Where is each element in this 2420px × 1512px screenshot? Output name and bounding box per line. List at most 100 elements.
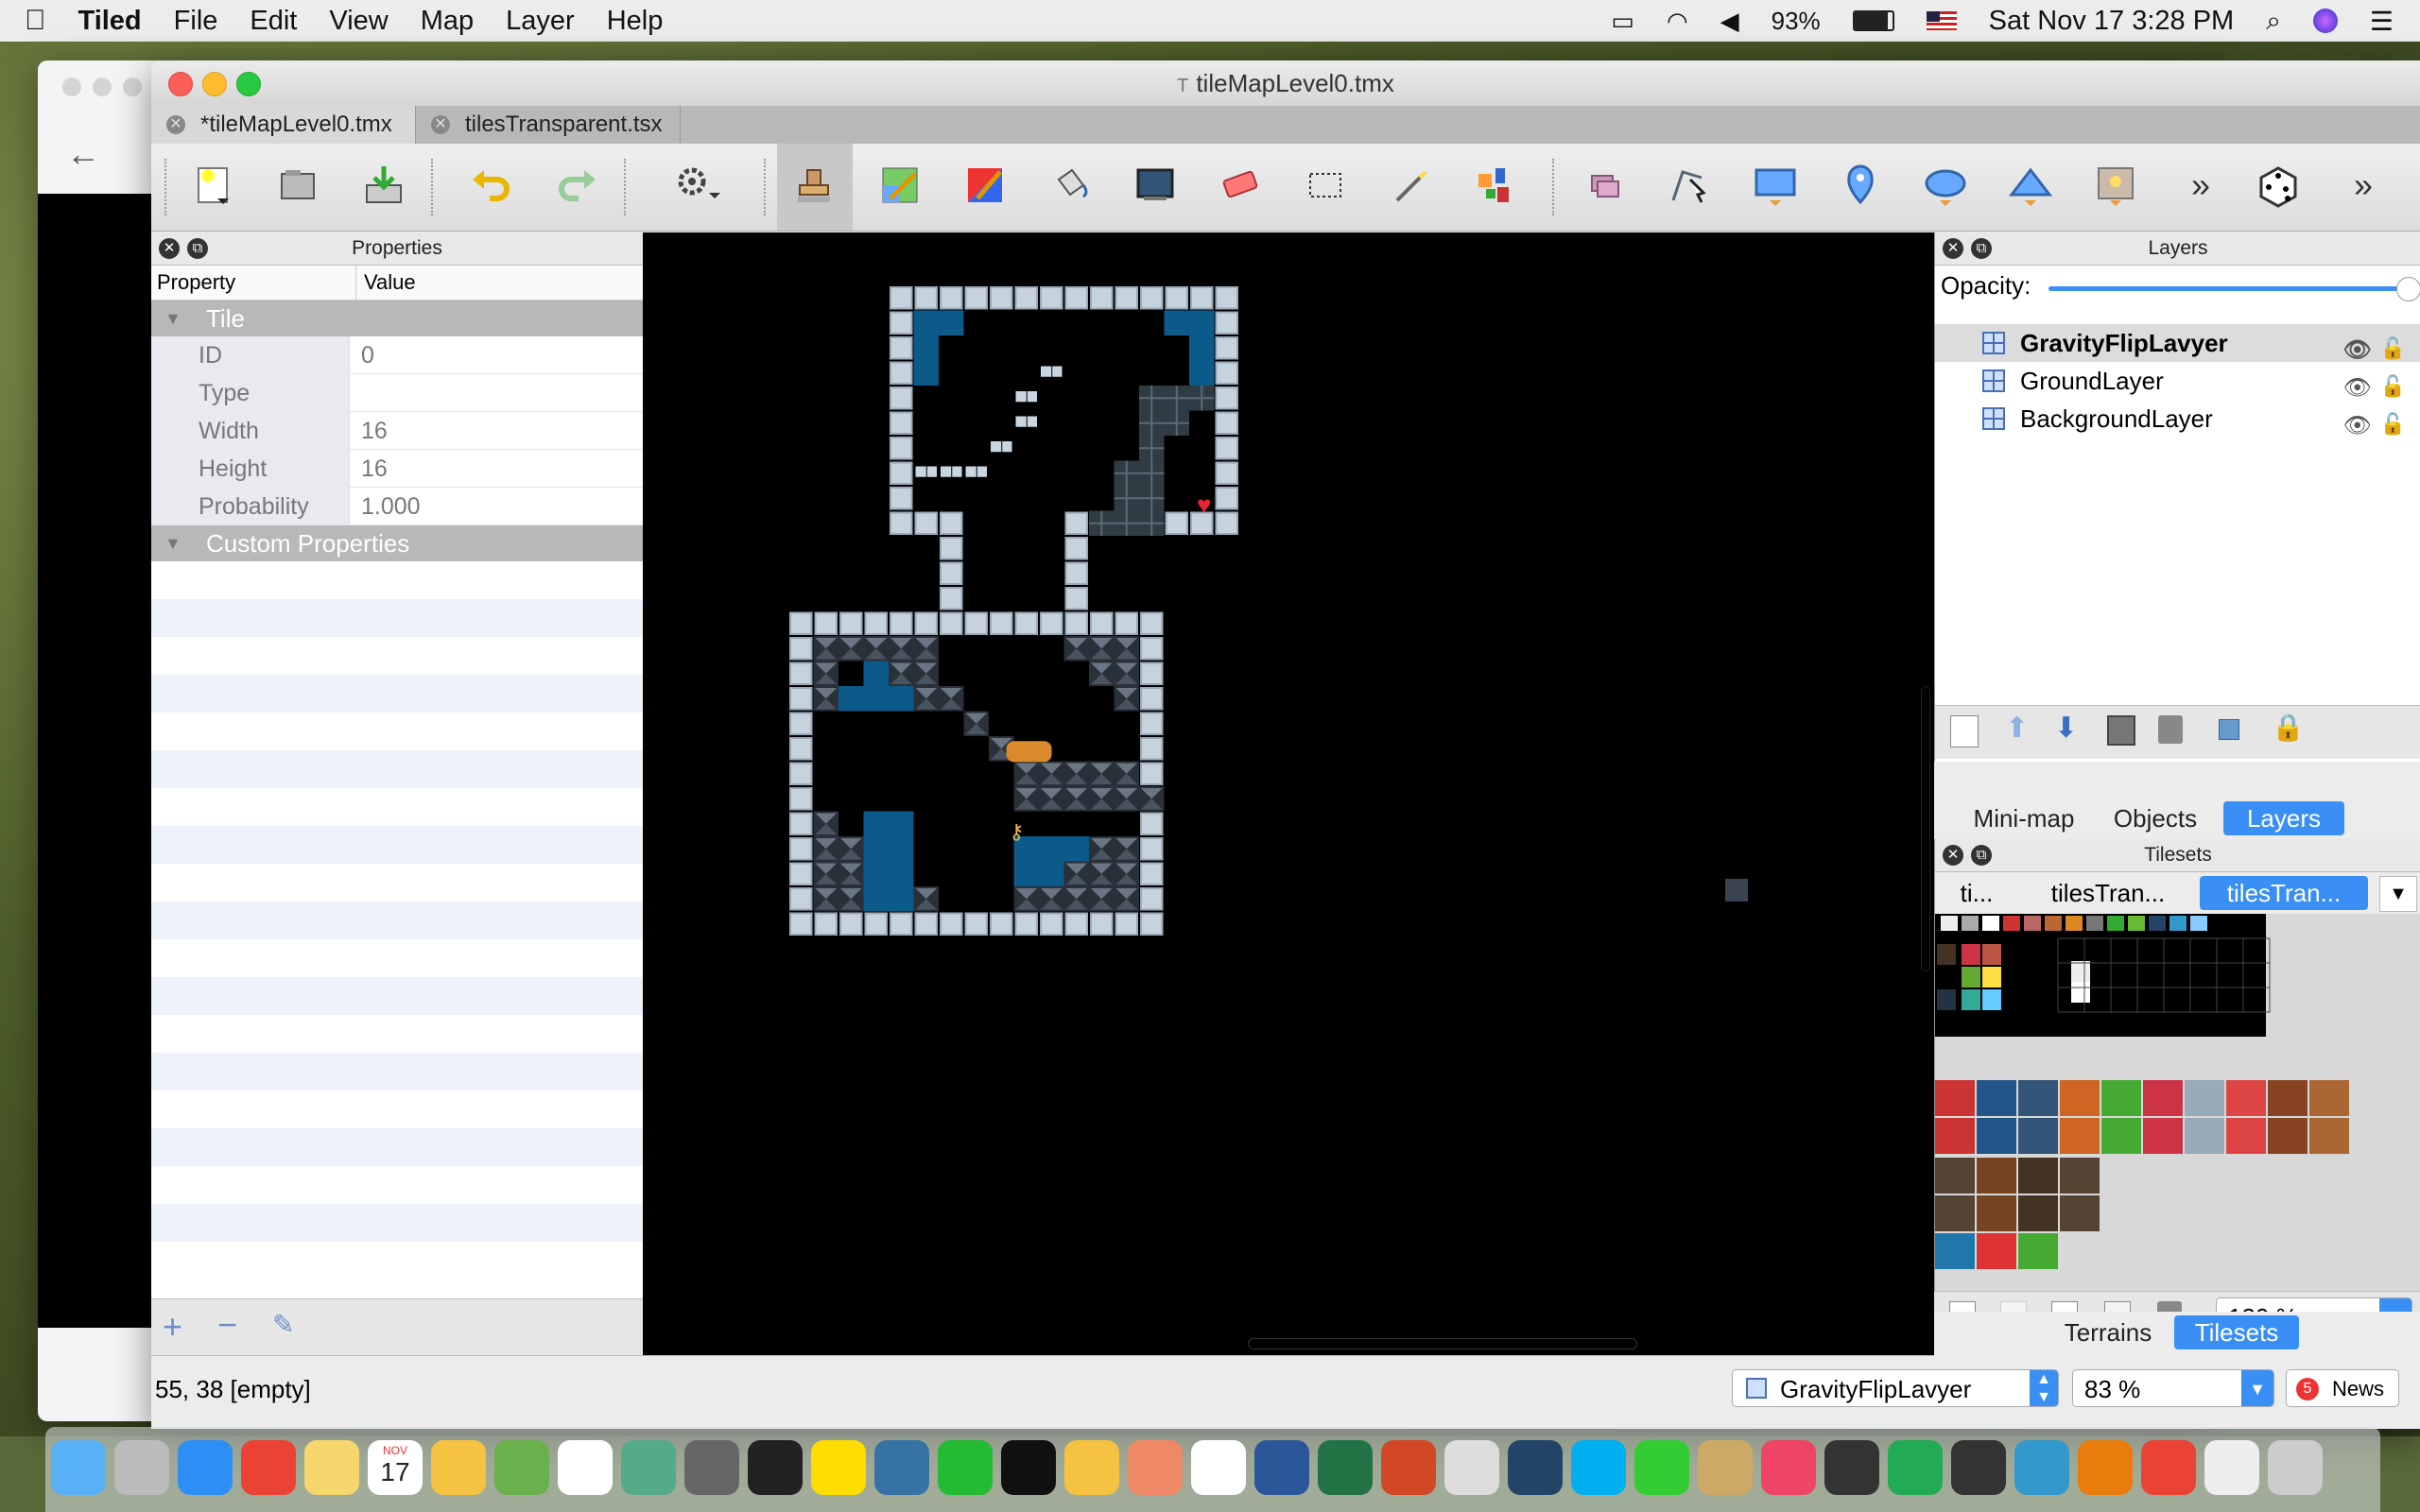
app-square-icon[interactable]	[1888, 1440, 1943, 1495]
property-row[interactable]: ID 0	[151, 336, 643, 374]
pencil-icon[interactable]	[1698, 1440, 1753, 1495]
tileset-menu-chevron-down-icon[interactable]: ▼	[2379, 876, 2417, 912]
brick-tile[interactable]	[2018, 1118, 2058, 1154]
updown-chevron-icon[interactable]: ▲ ▼	[2030, 1370, 2058, 1406]
tab-tilemap[interactable]: ✕ *tileMapLevel0.tmx	[151, 106, 416, 144]
brick-tile[interactable]	[2309, 1118, 2349, 1154]
property-row[interactable]: Height 16	[151, 450, 643, 488]
brick-tile[interactable]	[1977, 1118, 2016, 1154]
lock-icon[interactable]: 🔓	[2380, 405, 2406, 443]
lower-layer-icon[interactable]: ⬇	[2054, 712, 2078, 745]
rock-tile[interactable]	[1977, 1195, 2016, 1231]
tileset-tile[interactable]	[1962, 944, 1980, 965]
python-icon[interactable]	[874, 1440, 929, 1495]
blender-icon[interactable]	[2078, 1440, 2133, 1495]
rock-tile[interactable]	[2018, 1158, 2058, 1194]
edit-polygons-icon[interactable]	[1662, 157, 1719, 214]
tileset-tab[interactable]: tilesTran...	[2024, 876, 2192, 910]
clock[interactable]: Sat Nov 17 3:28 PM	[1989, 6, 2235, 37]
matlab-icon[interactable]	[1128, 1440, 1183, 1495]
terminal-icon[interactable]	[1001, 1440, 1056, 1495]
chrome-2-icon[interactable]	[2141, 1440, 2196, 1495]
tileset-tile[interactable]	[2071, 961, 2090, 982]
undo-icon[interactable]	[463, 157, 520, 214]
random-mode-dice-icon[interactable]	[2250, 157, 2307, 214]
opacity-slider[interactable]	[2048, 286, 2408, 291]
brick-tile[interactable]	[2101, 1118, 2141, 1154]
stamp-brush-icon[interactable]	[777, 144, 853, 231]
more-tools-icon[interactable]: »	[2172, 157, 2229, 214]
volume-icon[interactable]: ◀	[1720, 7, 1739, 36]
github-icon[interactable]	[1951, 1440, 2006, 1495]
rock-tile[interactable]	[2060, 1158, 2100, 1194]
menu-file[interactable]: File	[174, 6, 218, 37]
close-tab-icon[interactable]: ✕	[166, 115, 185, 134]
battery-icon[interactable]	[1852, 10, 1894, 31]
commands-icon[interactable]	[669, 157, 726, 214]
rock-tile[interactable]	[1977, 1158, 2016, 1194]
tileset-tile[interactable]	[1982, 916, 1999, 931]
atom-icon[interactable]	[938, 1440, 993, 1495]
tileset-tile[interactable]	[1937, 989, 1956, 1010]
facetime-icon[interactable]	[1634, 1440, 1689, 1495]
property-row[interactable]: Type	[151, 374, 643, 412]
menu-app-name[interactable]: Tiled	[78, 6, 142, 37]
finder-icon[interactable]	[51, 1440, 106, 1495]
tab-minimap[interactable]: Mini-map	[1962, 801, 2085, 835]
tileset-tile[interactable]	[1962, 967, 1980, 988]
menu-map[interactable]: Map	[421, 6, 474, 37]
brick-tile[interactable]	[2226, 1080, 2266, 1116]
opacity-slider-knob[interactable]	[2396, 277, 2420, 301]
property-row[interactable]: Width 16	[151, 412, 643, 450]
system-preferences-icon[interactable]	[684, 1440, 739, 1495]
unity-icon[interactable]	[1824, 1440, 1879, 1495]
close-panel-icon[interactable]: ✕	[1943, 238, 1963, 259]
grass-tile[interactable]	[2018, 1233, 2058, 1269]
tileset-tile[interactable]	[1962, 916, 1979, 931]
property-value[interactable]: 16	[350, 450, 643, 488]
save-icon[interactable]	[355, 157, 412, 214]
brick-tile[interactable]	[1935, 1080, 1975, 1116]
emoji-icon[interactable]	[1444, 1440, 1499, 1495]
brick-tile[interactable]	[2060, 1118, 2100, 1154]
insert-polygon-icon[interactable]	[2002, 157, 2059, 214]
tileset-tile[interactable]	[2086, 916, 2103, 931]
tileset-tile[interactable]	[2045, 916, 2062, 931]
property-value[interactable]: 1.000	[350, 488, 643, 525]
new-layer-icon[interactable]	[1950, 715, 1979, 747]
brick-tile[interactable]	[2185, 1080, 2224, 1116]
map-canvas[interactable]: ♥ ⚷	[643, 232, 1934, 1355]
property-value[interactable]: 16	[350, 412, 643, 450]
property-value[interactable]: 0	[350, 336, 643, 374]
brick-tile[interactable]	[2018, 1080, 2058, 1116]
tileset-tile[interactable]	[1982, 967, 2001, 988]
menu-view[interactable]: View	[329, 6, 388, 37]
menu-help[interactable]: Help	[607, 6, 664, 37]
vertical-scrollbar[interactable]	[1921, 686, 1930, 971]
tile-map[interactable]: ♥⚷	[643, 232, 1934, 1355]
rock-tile[interactable]	[2018, 1195, 2058, 1231]
apple-menu-icon[interactable]: 	[25, 5, 46, 37]
archive-icon[interactable]	[2204, 1440, 2259, 1495]
add-property-icon[interactable]: +	[163, 1307, 182, 1347]
water-tile[interactable]	[1935, 1233, 1975, 1269]
select-same-tile-icon[interactable]	[1467, 157, 1524, 214]
tileset-tile[interactable]	[2149, 916, 2166, 931]
textedit-icon[interactable]	[1191, 1440, 1246, 1495]
current-layer-combo[interactable]: GravityFlipLavyer ▲ ▼	[1732, 1369, 2059, 1407]
trash-icon[interactable]	[2268, 1440, 2323, 1495]
horizontal-scrollbar[interactable]	[1248, 1338, 1637, 1349]
delete-layer-icon[interactable]	[2158, 715, 2183, 744]
layer-row-background[interactable]: BackgroundLayer 👁 🔓	[1935, 400, 2420, 438]
tileset-tile[interactable]	[2190, 916, 2207, 931]
keynote-icon[interactable]	[558, 1440, 613, 1495]
close-tab-icon[interactable]: ✕	[431, 115, 450, 134]
tileset-tile[interactable]	[1982, 944, 2001, 965]
powerpoint-icon[interactable]	[1381, 1440, 1436, 1495]
group-custom-properties[interactable]: Custom Properties	[151, 525, 643, 561]
duplicate-layer-icon[interactable]	[2107, 715, 2135, 746]
insert-rectangle-icon[interactable]	[1747, 157, 1804, 214]
property-value[interactable]	[350, 374, 643, 412]
airplay-icon[interactable]: ▭	[1611, 7, 1634, 36]
terrain-brush-icon[interactable]	[872, 157, 928, 214]
